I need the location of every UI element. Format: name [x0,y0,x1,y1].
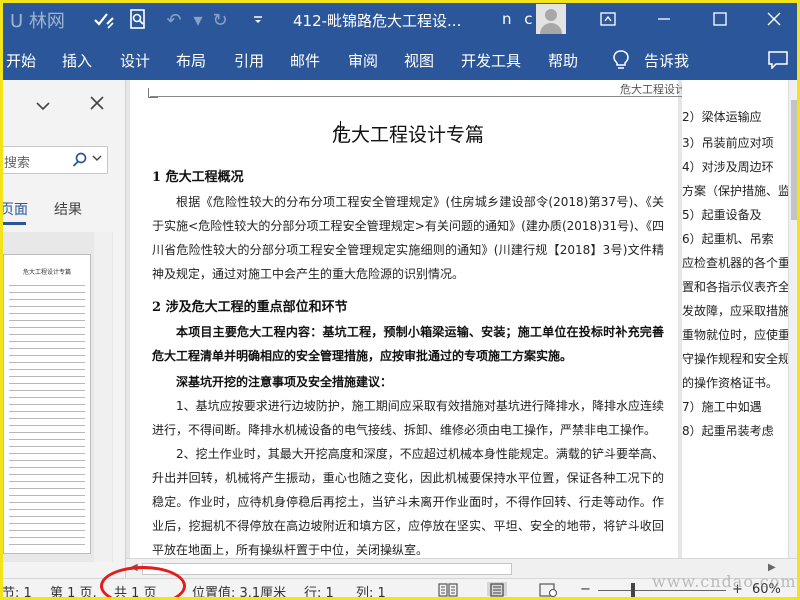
tab-view[interactable]: 视图 [404,50,434,71]
document-page[interactable]: 危大工程设计专篇 危大工程设计专篇 1 危大工程概况 根据《危险性较大的分布分项… [130,80,730,578]
print-preview-icon[interactable] [126,8,150,32]
list-item: 3）吊装前应对项 [682,136,774,150]
page-thumbnail[interactable]: 危大工程设计专篇 [3,254,91,554]
undo-dropdown-icon[interactable]: ▾ [186,8,210,32]
zoom-slider-thumb[interactable] [631,583,635,597]
list-item: 8）起重吊装考虑 [682,424,774,438]
next-page-column[interactable]: 2）梁体运输应 3）吊装前应对项 4）对涉及周边环 方案（保护措施、监 5）起重… [682,80,792,578]
section-1-paragraph: 根据《危险性较大的分布分项工程安全管理规定》(住房城乡建设部令(2018)第37… [152,195,664,281]
vertical-scroll-thumb[interactable] [791,100,799,220]
redo-icon[interactable]: ↻ [208,8,232,32]
list-item: 7）施工中如遇 [682,400,762,414]
search-icon[interactable] [72,152,88,172]
document-title: 412-毗锦路危大工程设... [293,12,462,30]
page-thumbnails: 危大工程设计专篇 [0,232,113,562]
print-layout-icon[interactable] [487,582,507,597]
tab-insert[interactable]: 插入 [62,50,92,71]
section-1-heading: 1 危大工程概况 [152,170,244,185]
highlight-circle [100,566,186,600]
tab-layout[interactable]: 布局 [176,50,206,71]
search-placeholder: 搜索 [4,156,31,171]
zoom-out-icon[interactable]: − [580,582,591,597]
undo-icon[interactable]: ↶ [162,8,186,32]
navigation-pane: 搜索 页面 结果 危大工程设计专篇 [0,80,126,578]
list-item: 1、基坑应按要求进行边坡防护，施工期间应采取有效措施对基坑进行降排水，降排水应连… [152,399,664,437]
watermark-text: U 林网 [10,11,65,32]
line-indicator[interactable]: 行: 1 [304,582,334,600]
tab-results[interactable]: 结果 [54,199,82,219]
ribbon-display-options-icon[interactable] [592,5,624,33]
lightbulb-icon[interactable] [612,49,630,71]
list-item: 5）起重设备及 [682,208,762,222]
thumbnail-scrollbar[interactable] [94,232,112,562]
tab-review[interactable]: 审阅 [348,50,378,71]
list-item: 应检查机器的各个重 [682,256,791,270]
list-item: 守操作规程和安全规 [682,352,791,366]
list-item: 2）梁体运输应 [682,110,762,124]
minimize-button[interactable] [648,5,680,33]
list-item: 的操作资格证书。 [682,376,779,390]
thumbnail-text-lines [9,285,85,545]
ribbon-tabs: 开始 插入 设计 布局 引用 邮件 审阅 视图 开发工具 帮助 告诉我 [0,40,800,80]
search-options-dropdown-icon[interactable] [92,152,102,165]
maximize-button[interactable] [704,5,736,33]
document-heading: 危大工程设计专篇 [331,124,484,146]
close-icon[interactable] [90,94,104,115]
list-item: 重物就位时，应使重 [682,328,791,342]
margin-crop-mark [148,88,158,98]
section-indicator[interactable]: 节: 1 [2,582,32,600]
vertical-scrollbar[interactable] [788,80,800,578]
comment-icon[interactable] [768,51,788,70]
thumbnail-title: 危大工程设计专篇 [22,269,71,276]
section-2-heading: 2 涉及危大工程的重点部位和环节 [152,300,348,315]
list-item: 置和各指示仪表齐全 [682,280,791,294]
tab-mailings[interactable]: 邮件 [290,50,320,71]
read-mode-icon[interactable] [438,582,458,597]
title-bar: U 林网 ↶ ▾ ↻ 412-毗锦路危大工程设... n c [0,0,800,40]
tab-design[interactable]: 设计 [120,50,150,71]
active-tab-indicator [0,222,26,225]
chevron-down-icon[interactable] [36,96,50,115]
document-area: 危大工程设计专篇 危大工程设计专篇 1 危大工程概况 根据《危险性较大的分布分项… [126,80,800,578]
tab-home[interactable]: 开始 [6,50,36,71]
tab-pages[interactable]: 页面 [0,199,28,219]
tell-me-search[interactable]: 告诉我 [644,50,689,71]
page-indicator[interactable]: 第 1 页, [50,582,97,600]
save-check-icon[interactable] [92,8,116,32]
tab-developer[interactable]: 开发工具 [461,50,521,71]
list-item: 2、挖土作业时，其最大开挖高度和深度，不应超过机械本身性能规定。满载的铲斗要举高… [152,447,664,557]
subheading-foundation-pit: 深基坑开挖的注意事项及安全措施建议： [176,375,393,389]
horizontal-scroll-thumb[interactable] [142,563,512,575]
list-item: 6）起重机、吊索 [682,232,774,246]
close-button[interactable] [758,5,790,33]
tab-help[interactable]: 帮助 [548,50,578,71]
column-indicator[interactable]: 列: 1 [356,582,386,600]
list-item: 方案（保护措施、监 [682,184,791,198]
tab-references[interactable]: 引用 [234,50,264,71]
customize-toolbar-icon[interactable] [246,8,270,32]
web-layout-icon[interactable] [538,582,558,598]
site-watermark: www.cndao.com [652,572,797,591]
list-item: 发故障，应采取措施 [682,304,791,318]
search-input[interactable]: 搜索 [0,146,108,174]
position-indicator[interactable]: 位置值: 3.1厘米 [192,582,286,600]
user-initials[interactable]: n c [502,10,537,28]
list-item: 4）对涉及周边环 [682,160,774,174]
section-2-paragraph: 本项目主要危大工程内容：基坑工程，预制小箱梁运输、安装；施工单位在投标时补充完善… [152,325,664,363]
avatar[interactable] [536,4,566,34]
